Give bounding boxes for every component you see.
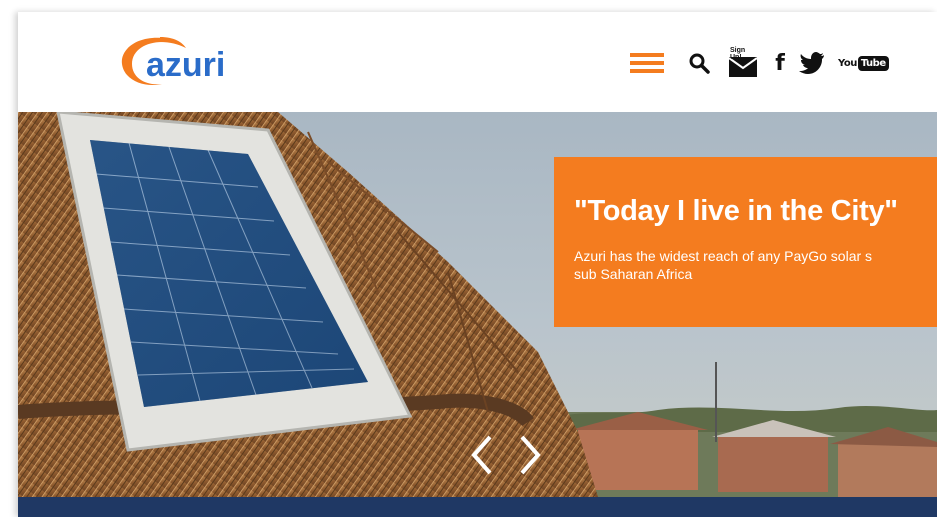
hamburger-menu-icon[interactable]: [630, 51, 666, 75]
mail-signup-label: Sign Up!: [730, 47, 746, 61]
facebook-icon[interactable]: f: [772, 51, 788, 76]
mail-signup-icon[interactable]: Sign Up!: [728, 47, 758, 77]
chevron-left-icon[interactable]: [470, 435, 494, 475]
site-header: azuri Sign Up! f You Tube: [18, 12, 937, 112]
promo-title: "Today I live in the City": [574, 195, 898, 227]
main-navbar: [18, 497, 937, 517]
youtube-icon[interactable]: You Tube: [838, 53, 889, 73]
page-frame: azuri Sign Up! f You Tube "Today I live …: [18, 12, 937, 517]
chevron-right-icon[interactable]: [518, 435, 542, 475]
search-icon[interactable]: [688, 52, 710, 74]
logo-wordmark: azuri: [146, 46, 225, 84]
promo-text: Azuri has the widest reach of any PayGo …: [574, 248, 873, 282]
twitter-icon[interactable]: [798, 51, 826, 75]
azuri-logo[interactable]: azuri: [116, 32, 266, 92]
header-icons: Sign Up! f You Tube: [630, 47, 889, 78]
promo-banner[interactable]: "Today I live in the City" Azuri has the…: [554, 157, 937, 327]
hero-carousel: "Today I live in the City" Azuri has the…: [18, 112, 937, 497]
